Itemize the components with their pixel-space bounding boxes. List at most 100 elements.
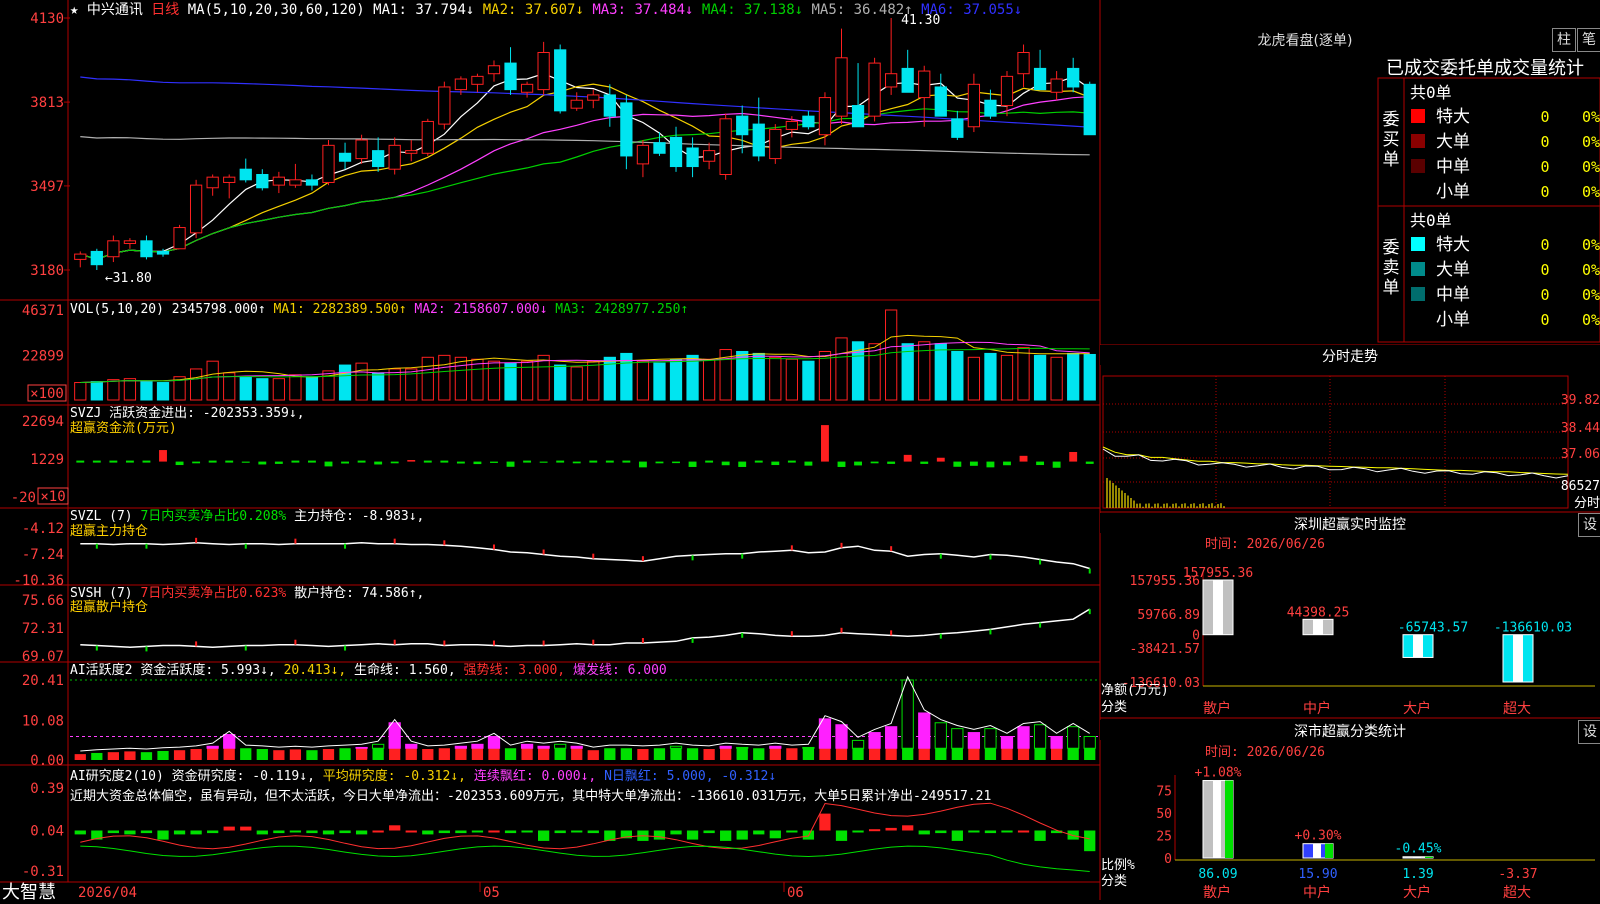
candle-body [471,75,484,85]
flow-bar [771,461,780,466]
active-bar [504,748,517,760]
volume-bar [421,356,434,401]
research-bar [587,830,599,834]
volume-header: VOL(5,10,20) 2345798.000↑ MA1: 2282389.5… [70,302,688,317]
research-bar [902,825,914,831]
active-bar-upper [1050,735,1063,749]
active-bar-upper [1067,726,1080,749]
ai-active-header: AI活跃度2 资金活跃度: 5.993↓, 20.413↓, 生命线: 1.56… [70,662,667,678]
volume-bar [189,368,203,401]
flow-bar [804,461,813,466]
candle-body [554,49,567,112]
candle-body [107,240,120,258]
monitor-tick: -38421.57 [1130,642,1200,657]
ma-readout: MA4: 37.138↓ [702,2,812,18]
candle-body [1000,75,1014,107]
candle-body [686,147,699,168]
svsh-tick: 69.07 [22,649,64,665]
svsh-metric: 7日内买卖净占比0.623% [140,585,294,601]
monitor-settings-button[interactable]: 设 [1578,513,1600,537]
active-bar [273,750,285,760]
volume-bar [272,378,285,401]
candle-body [123,240,137,244]
sell-row-count: 0 [1540,236,1549,254]
research-bar [140,830,153,834]
research-bar [488,830,500,833]
active-bar [322,749,335,760]
active-bar [372,748,384,760]
research-bar [240,826,252,831]
active-bar-upper [984,728,997,749]
buy-row-name: 大单 [1436,132,1470,152]
vol-tick: 46371 [22,303,64,319]
sell-side-char: 单 [1383,278,1400,298]
research-bar [405,830,417,833]
sell-color-swatch [1411,262,1425,276]
candle-body [223,176,236,183]
flow-bar [638,461,647,468]
candle-body [984,99,997,117]
candle-body [1017,51,1030,75]
monitor-value-label: 157955.36 [1183,566,1253,581]
buy-row-count: 0 [1540,133,1549,151]
research-bar [868,829,881,832]
ai-research-nday: N日飘红: 5.000, -0.312↓ [604,768,776,784]
bar-view-button[interactable]: 柱 [1552,28,1576,52]
candle-body [653,142,666,154]
monitor-category: 散户 [1203,700,1231,717]
stock-name: 中兴通讯 [87,2,151,18]
flow-bar [1052,461,1061,468]
research-bar [769,830,781,839]
active-bar [802,748,815,760]
candle-body [901,67,914,93]
tick-view-button[interactable]: 笔 [1577,28,1600,52]
active-bar [604,748,616,760]
volume-bar [934,343,947,401]
candle-body [140,240,153,258]
research-bar [951,830,963,841]
svsh-title: SVSH (7) [70,586,140,601]
research-bar [173,830,186,835]
flow-bar [953,461,962,467]
ai-research-avg: 平均研究度: -0.312↓, [323,768,474,784]
category-settings-button[interactable]: 设 [1578,720,1600,744]
volume-bar [570,366,583,401]
sell-total: 共0单 [1410,211,1452,230]
research-bar [885,827,897,831]
candle-body [868,62,881,117]
svzj-unit: ×10 [40,489,65,505]
volume-title: VOL(5,10,20) [70,302,172,317]
buy-row-pct: 0% [1582,133,1600,151]
monitor-value-label: -136610.03 [1494,621,1572,636]
volume-bar [769,356,782,401]
research-bar [223,826,235,831]
candle-body [189,184,203,234]
flow-bar [390,461,399,464]
buy-row-pct: 0% [1582,158,1600,176]
category-axis-sub: 分类 [1101,874,1127,889]
active-bar-upper [851,739,865,749]
flow-bar [721,461,730,466]
ai-research-comment: 近期大资金总体偏空，虽有异动，但不太活跃，今日大单净流出：-202353.609… [70,788,991,804]
intraday-tick: 86527 [1561,479,1600,494]
candle-body [752,123,765,157]
price-header: ★ 中兴通讯 日线 MA(5,10,20,30,60,120) MA1: 37.… [70,2,1022,18]
sell-row-name: 小单 [1436,310,1470,330]
research-bar [306,830,318,834]
monitor-axis-title: 净额(万元) [1101,683,1169,698]
candle-body [405,150,418,154]
volume-bar [636,360,650,401]
category-name: 中户 [1303,884,1331,900]
monitor-bar-highlight [1313,619,1323,635]
category-bar-change [1425,856,1433,858]
category-change-label: +0.30% [1295,829,1342,844]
flow-bar [274,461,283,464]
volume-bar [355,362,368,401]
active-bar [1034,748,1046,760]
volume-bar [156,382,170,401]
candle-body [587,94,600,101]
candle-body [951,118,964,138]
chart-canvas: 4130 3813 3497 3180 ★ 中兴通讯 日线 MA(5,10,20,30,… [0,0,1600,900]
active-bar [91,752,103,760]
flow-bar [490,461,498,463]
